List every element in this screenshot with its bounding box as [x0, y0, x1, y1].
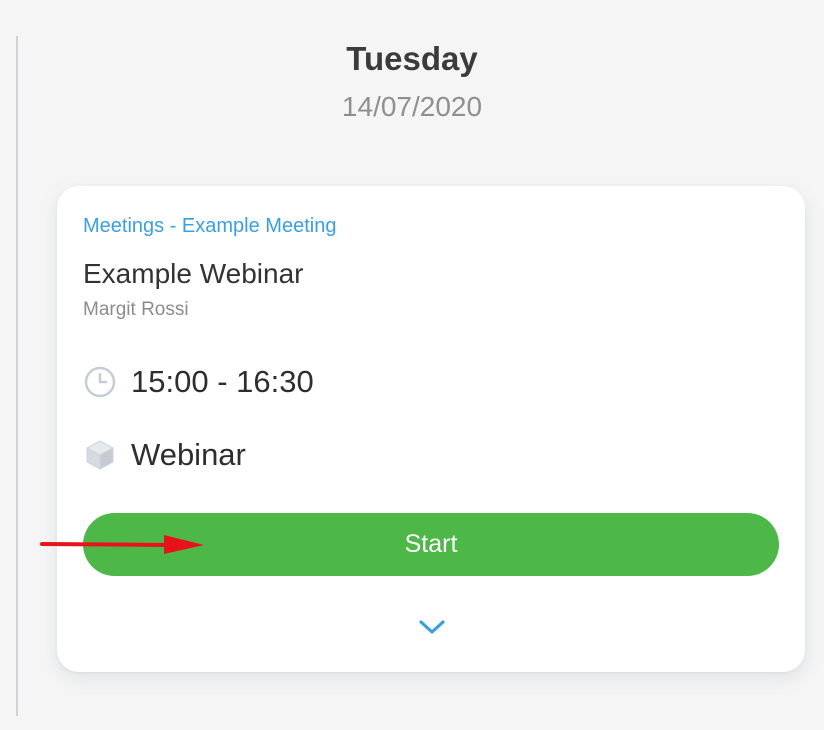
day-date: 14/07/2020	[341, 91, 483, 122]
event-time: 15:00 - 16:30	[131, 364, 314, 399]
clock-icon	[83, 365, 117, 399]
left-divider	[16, 36, 18, 716]
event-category-link[interactable]: Meetings - Example Meeting	[83, 215, 336, 238]
event-title: Example Webinar	[83, 258, 304, 289]
event-host: Margit Rossi	[83, 299, 189, 320]
event-type-row: Webinar	[83, 437, 246, 473]
day-name: Tuesday	[346, 40, 478, 77]
event-time-row: 15:00 - 16:30	[83, 364, 314, 400]
red-arrow-icon	[40, 532, 206, 556]
event-card: Meetings - Example Meeting Example Webin…	[57, 186, 805, 672]
chevron-down-icon[interactable]	[417, 616, 447, 638]
event-type: Webinar	[131, 437, 246, 472]
cube-icon	[83, 438, 117, 472]
